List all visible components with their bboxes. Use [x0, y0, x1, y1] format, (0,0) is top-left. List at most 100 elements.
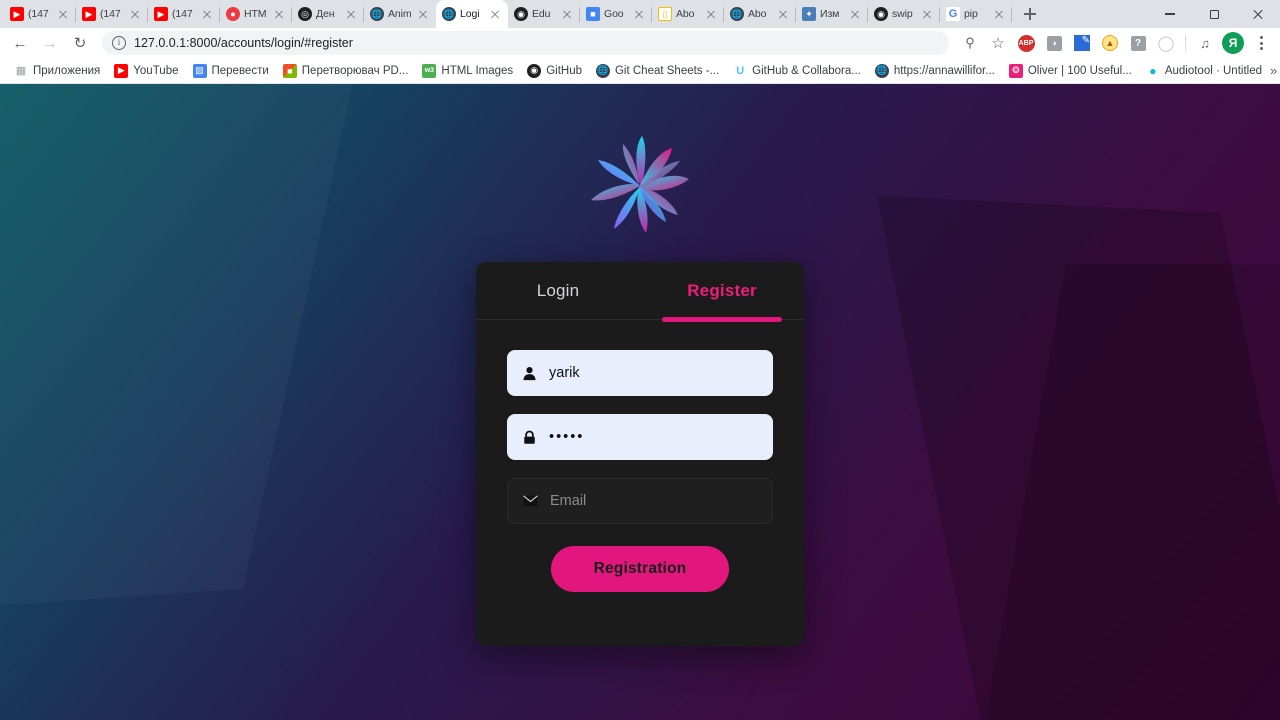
background-shape: [974, 264, 1280, 720]
note-icon: ▯: [658, 7, 672, 21]
close-icon[interactable]: [776, 7, 790, 21]
close-icon[interactable]: [632, 7, 646, 21]
tab-register[interactable]: Register: [640, 262, 804, 322]
bookmark-label: https://annawillifor...: [893, 64, 995, 77]
bookmark-star-icon[interactable]: ☆: [985, 30, 1011, 56]
github-icon: ◉: [874, 7, 888, 21]
help-extension-icon[interactable]: ?: [1125, 30, 1151, 56]
avatar: Я: [1222, 32, 1244, 54]
tab-title: HTM: [244, 8, 267, 20]
close-icon[interactable]: [920, 7, 934, 21]
bookmark-item[interactable]: ■ Перетворювач PD...: [277, 61, 415, 81]
browser-tab[interactable]: ▶ (147: [148, 0, 220, 28]
minimize-button[interactable]: [1148, 0, 1192, 28]
bookmark-item[interactable]: U GitHub & Collabora...: [727, 61, 867, 81]
browser-tab[interactable]: G pip: [940, 0, 1012, 28]
username-field[interactable]: yarik: [507, 350, 773, 396]
browser-tab[interactable]: 🌐 Abo: [724, 0, 796, 28]
forward-icon[interactable]: →: [36, 29, 64, 57]
browser-tab[interactable]: ◎ Ден: [292, 0, 364, 28]
bookmark-label: HTML Images: [441, 64, 514, 77]
password-value: •••••: [549, 429, 585, 445]
close-icon[interactable]: [704, 7, 718, 21]
bookmark-label: Перевести: [211, 64, 269, 77]
browser-tab[interactable]: ◉ Edu: [508, 0, 580, 28]
flower-logo: [591, 136, 689, 233]
kebab-menu-icon[interactable]: [1248, 30, 1274, 56]
honey-extension-icon[interactable]: ▲: [1097, 30, 1123, 56]
close-icon[interactable]: [560, 7, 574, 21]
bookmark-item[interactable]: 🌐 Git Cheat Sheets -...: [590, 61, 725, 81]
close-icon[interactable]: [488, 7, 502, 21]
tab-title: Logi: [460, 8, 480, 20]
adblock-plus-icon[interactable]: ABP: [1013, 30, 1039, 56]
google-icon: G: [946, 7, 960, 21]
window-controls: [1148, 0, 1280, 28]
bookmark-item[interactable]: ❂ Oliver | 100 Useful...: [1003, 61, 1138, 81]
media-list-icon[interactable]: ♫: [1192, 30, 1218, 56]
new-tab-button[interactable]: [1016, 0, 1044, 28]
browser-tab[interactable]: ■ Goo: [580, 0, 652, 28]
auth-form: yarik ••••• Email Registration: [476, 320, 804, 592]
email-field[interactable]: Email: [507, 478, 773, 524]
globe-icon: 🌐: [370, 7, 384, 21]
browser-tab-active[interactable]: 🌐 Logi: [436, 0, 508, 28]
close-icon[interactable]: [344, 7, 358, 21]
browser-tab[interactable]: ▶ (147: [76, 0, 148, 28]
bookmark-item[interactable]: ▧ Перевести: [187, 61, 275, 81]
browser-tab[interactable]: ● HTM: [220, 0, 292, 28]
browser-tab[interactable]: ▯ Abo: [652, 0, 724, 28]
bookmark-item[interactable]: ● Audiotool · Untitled: [1140, 61, 1268, 81]
browser-tab[interactable]: ◉ swip: [868, 0, 940, 28]
bookmark-item[interactable]: ▦ Приложения: [8, 61, 106, 81]
profile-avatar[interactable]: Я: [1220, 30, 1246, 56]
bookmarks-overflow-icon[interactable]: »: [1270, 63, 1280, 78]
browser-tab[interactable]: 🌐 Anim: [364, 0, 436, 28]
apps-grid-icon: ▦: [14, 63, 28, 78]
close-window-button[interactable]: [1236, 0, 1280, 28]
maximize-button[interactable]: [1192, 0, 1236, 28]
registration-button[interactable]: Registration: [551, 546, 729, 592]
tab-title: Ден: [316, 8, 335, 20]
browser-tab[interactable]: ▶ (147: [4, 0, 76, 28]
username-value: yarik: [549, 365, 580, 381]
close-icon[interactable]: [992, 7, 1006, 21]
bookmark-item[interactable]: w3 HTML Images: [416, 61, 519, 81]
lock-icon: [521, 429, 537, 445]
browser-toolbar: ← → ↻ i 127.0.0.1:8000/accounts/login/#r…: [0, 28, 1280, 58]
reload-icon[interactable]: ↻: [66, 29, 94, 57]
tab-title: (147: [172, 8, 193, 20]
audiotool-icon: ●: [1145, 63, 1160, 78]
close-icon[interactable]: [200, 7, 214, 21]
close-icon[interactable]: [416, 7, 430, 21]
opera-icon: ●: [226, 7, 240, 21]
tab-title: Изм: [820, 8, 840, 20]
person-icon: [521, 365, 537, 381]
tab-login[interactable]: Login: [476, 262, 640, 319]
envelope-icon: [522, 493, 538, 509]
globe-icon: 🌐: [874, 63, 889, 78]
browser-tab[interactable]: ✦ Изм: [796, 0, 868, 28]
info-icon[interactable]: i: [112, 36, 126, 50]
dark-reader-icon[interactable]: ◑: [1041, 30, 1067, 56]
password-field[interactable]: •••••: [507, 414, 773, 460]
password-key-icon[interactable]: ⚲: [957, 30, 983, 56]
browser-window: ▶ (147 ▶ (147 ▶ (147 ● HTM ◎ Ден 🌐 Anim: [0, 0, 1280, 720]
bookmark-item[interactable]: ▶ YouTube: [108, 61, 184, 81]
email-placeholder: Email: [550, 493, 587, 509]
color-picker-icon[interactable]: ✎: [1069, 30, 1095, 56]
close-icon[interactable]: [848, 7, 862, 21]
background-shape: [877, 195, 1280, 720]
w3schools-icon: w3: [422, 63, 437, 78]
close-icon[interactable]: [56, 7, 70, 21]
back-icon[interactable]: ←: [6, 29, 34, 57]
photo-icon: ✦: [802, 7, 816, 21]
close-icon[interactable]: [272, 7, 286, 21]
ghost-extension-icon[interactable]: ◯: [1153, 30, 1179, 56]
bookmark-item[interactable]: 🌐 https://annawillifor...: [869, 61, 1001, 81]
address-bar[interactable]: i 127.0.0.1:8000/accounts/login/#registe…: [102, 31, 949, 55]
bookmark-label: Audiotool · Untitled: [1164, 64, 1262, 77]
bookmark-item[interactable]: ◉ GitHub: [521, 61, 588, 81]
github-icon: ◉: [514, 7, 528, 21]
close-icon[interactable]: [128, 7, 142, 21]
